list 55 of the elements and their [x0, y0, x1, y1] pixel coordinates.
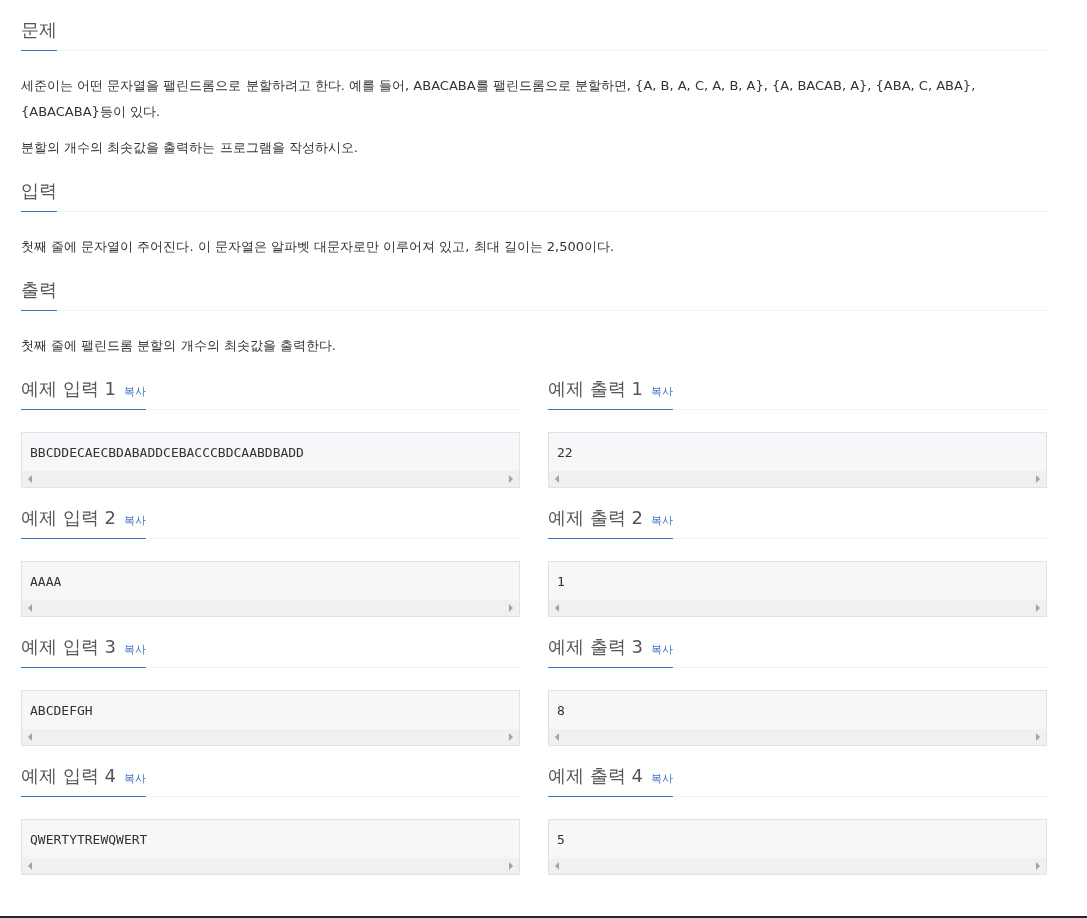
section-title: 예제 출력 3	[548, 635, 643, 659]
copy-link[interactable]: 복사	[650, 771, 673, 786]
right-arrow-icon[interactable]	[1036, 604, 1040, 612]
section-title: 예제 입력 4	[21, 764, 116, 788]
horizontal-scrollbar[interactable]	[22, 858, 519, 874]
right-arrow-icon[interactable]	[509, 604, 513, 612]
sample-text: 8	[556, 702, 566, 720]
left-arrow-icon[interactable]	[28, 475, 32, 483]
copy-link[interactable]: 복사	[123, 642, 146, 657]
left-arrow-icon[interactable]	[28, 604, 32, 612]
left-arrow-icon[interactable]	[555, 862, 559, 870]
sample-text: ABCDEFGH	[29, 702, 94, 720]
section-title: 예제 출력 2	[548, 506, 643, 530]
paragraph: 세준이는 어떤 문자열을 팰린드롬으로 분할하려고 한다. 예를 들어, ABACABA를 팰린드롬으로 분할하면, {A, B, A, C, A, B, A}, {A, BACAB, A}, {ABA, C, ABA}, {ABACABA}등이 있다.	[21, 77, 977, 121]
left-arrow-icon[interactable]	[28, 862, 32, 870]
section-title: 예제 출력 4	[548, 764, 643, 788]
section-title: 예제 출력 1	[548, 377, 643, 401]
right-arrow-icon[interactable]	[509, 733, 513, 741]
copy-link[interactable]: 복사	[123, 513, 146, 528]
horizontal-scrollbar[interactable]	[549, 858, 1046, 874]
section-title: 예제 입력 2	[21, 506, 116, 530]
paragraph: 첫째 줄에 문자열이 주어진다. 이 문자열은 알파벳 대문자로만 이루어져 있고, 최대 길이는 2,500이다.	[21, 238, 616, 256]
horizontal-scrollbar[interactable]	[549, 600, 1046, 616]
left-arrow-icon[interactable]	[555, 733, 559, 741]
right-arrow-icon[interactable]	[509, 475, 513, 483]
copy-link[interactable]: 복사	[123, 771, 146, 786]
right-arrow-icon[interactable]	[1036, 733, 1040, 741]
sample-text: BBCDDECAECBDABADDCEBACCCBDCAABDBADD	[29, 444, 305, 462]
section-title: 문제	[21, 18, 57, 42]
horizontal-scrollbar[interactable]	[22, 729, 519, 745]
copy-link[interactable]: 복사	[650, 513, 673, 528]
left-arrow-icon[interactable]	[555, 475, 559, 483]
copy-link[interactable]: 복사	[650, 642, 673, 657]
horizontal-scrollbar[interactable]	[549, 471, 1046, 487]
sample-text: AAAA	[29, 573, 63, 591]
paragraph: 분할의 개수의 최솟값을 출력하는 프로그램을 작성하시오.	[21, 139, 359, 157]
copy-link[interactable]: 복사	[123, 384, 146, 399]
right-arrow-icon[interactable]	[1036, 862, 1040, 870]
sample-text: QWERTYTREWQWERT	[29, 831, 149, 849]
section-title: 예제 입력 1	[21, 377, 116, 401]
section-title: 출력	[21, 278, 57, 302]
sample-text: 5	[556, 831, 566, 849]
sample-text: 22	[556, 444, 574, 462]
paragraph: 첫째 줄에 팰린드롬 분할의 개수의 최솟값을 출력한다.	[21, 337, 337, 355]
horizontal-scrollbar[interactable]	[22, 600, 519, 616]
horizontal-scrollbar[interactable]	[22, 471, 519, 487]
horizontal-scrollbar[interactable]	[549, 729, 1046, 745]
copy-link[interactable]: 복사	[650, 384, 673, 399]
section-title: 입력	[21, 179, 57, 203]
right-arrow-icon[interactable]	[1036, 475, 1040, 483]
section-title: 예제 입력 3	[21, 635, 116, 659]
left-arrow-icon[interactable]	[28, 733, 32, 741]
sample-text: 1	[556, 573, 566, 591]
right-arrow-icon[interactable]	[509, 862, 513, 870]
left-arrow-icon[interactable]	[555, 604, 559, 612]
